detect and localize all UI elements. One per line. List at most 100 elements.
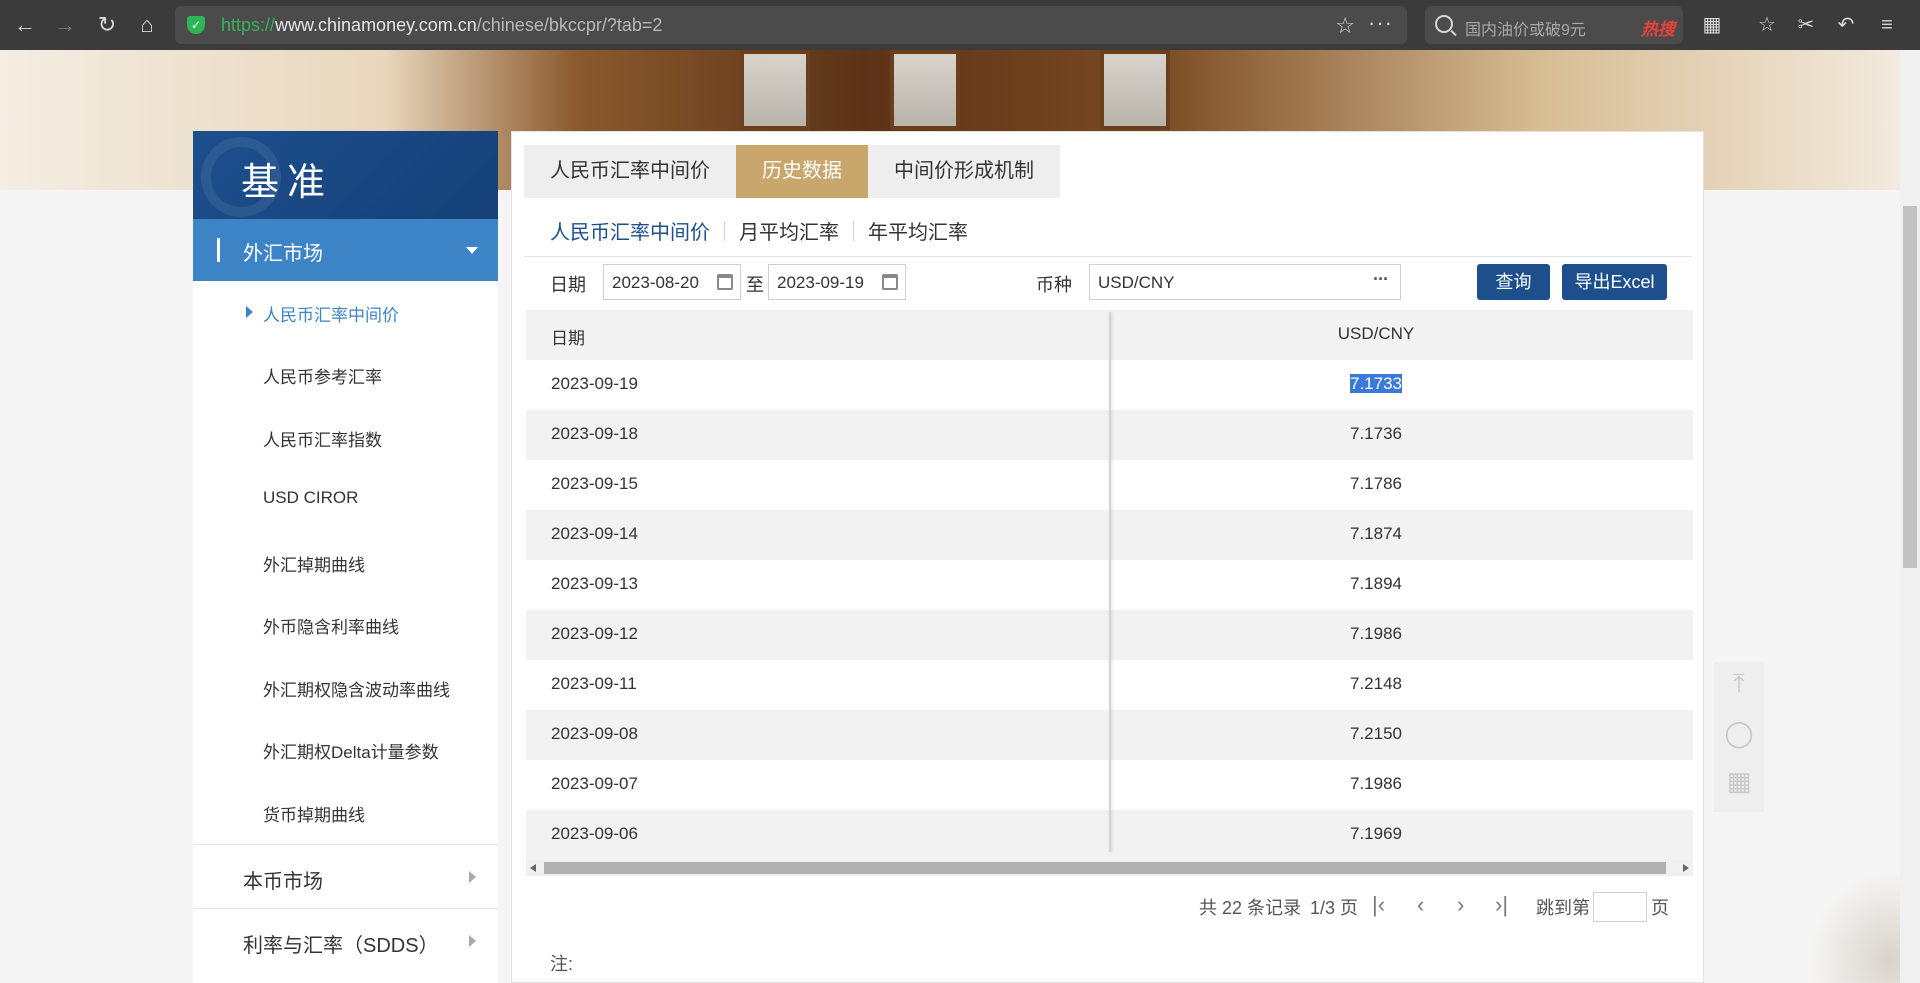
sidebar-item-rmb-central-parity[interactable]: 人民币汇率中间价 [193,281,498,343]
hot-search-badge[interactable]: 热搜 [1641,15,1675,40]
query-button[interactable]: 查询 [1477,264,1550,300]
next-page-icon[interactable]: › [1457,892,1464,918]
cell-rate: 7.2150 [1350,724,1402,743]
cell-date: 2023-09-15 [551,474,638,493]
banner-window [1100,50,1170,130]
current-item-arrow-icon [246,306,253,318]
scrollbar-thumb[interactable] [544,862,1666,874]
search-icon [1435,15,1453,33]
page-unit-label: 页 [1651,898,1669,918]
tab-mechanism[interactable]: 中间价形成机制 [868,145,1060,198]
favorites-icon[interactable]: ☆ [1754,12,1780,38]
cell-rate: 7.2148 [1350,674,1402,693]
page-jump-input[interactable] [1593,892,1647,922]
sidebar-item-label: 外币隐含利率曲线 [263,618,399,637]
cell-rate: 7.1894 [1350,574,1402,593]
export-excel-button[interactable]: 导出Excel [1562,264,1667,300]
sidebar-item[interactable]: 外汇掉期曲线 [193,531,498,593]
prev-page-icon[interactable]: ‹ [1417,892,1424,918]
cell-rate: 7.1874 [1350,524,1402,543]
page-indicator: 1/3 页 [1310,898,1359,918]
banner-window [740,50,810,130]
currency-field[interactable]: USD/CNY ··· [1089,264,1401,300]
sidebar-item[interactable]: 外汇期权隐含波动率曲线 [193,656,498,718]
scissors-icon[interactable]: ✂ [1793,12,1819,38]
chat-bubble-icon[interactable]: ◯ [1714,718,1764,749]
sidebar-item-label: 外汇期权隐含波动率曲线 [263,681,450,700]
scroll-left-arrow-icon[interactable] [530,864,536,872]
date-label: 日期 [550,275,586,295]
sidebar-title: 基准 [241,160,334,204]
cell-date: 2023-09-06 [551,824,638,843]
active-indicator [217,238,220,262]
cell-date: 2023-09-13 [551,574,638,593]
column-divider[interactable] [1109,312,1111,852]
calendar-icon[interactable] [717,274,733,290]
sidebar-item-label: 货币掉期曲线 [263,806,365,825]
calendar-icon[interactable] [882,274,898,290]
url-text[interactable]: https://www.chinamoney.com.cn/chinese/bk… [221,15,662,36]
subtab-yearly-average[interactable]: 年平均汇率 [868,216,968,245]
sidebar-item[interactable]: 人民币汇率指数 [193,406,498,468]
page-vertical-scrollbar[interactable] [1900,50,1920,983]
sidebar-item[interactable]: USD CIROR [193,468,498,530]
header-usd-cny[interactable]: USD/CNY [1126,324,1626,344]
sidebar-item[interactable]: 外币隐含利率曲线 [193,593,498,655]
back-to-top-icon[interactable]: ⤒ [1714,668,1764,700]
address-bar[interactable]: ✓ https://www.chinamoney.com.cn/chinese/… [175,6,1407,44]
header-date[interactable]: 日期 [551,324,585,349]
currency-label: 币种 [1036,275,1072,295]
selected-text[interactable]: 7.1733 [1350,374,1402,393]
divider [524,256,1692,257]
sidebar-section-sdds[interactable]: 利率与汇率（SDDS） [193,908,498,971]
more-options-icon[interactable]: ··· [1373,269,1389,290]
qr-code-icon[interactable]: ▦ [1714,766,1764,797]
sidebar-section-label: 外汇市场 [243,243,323,265]
tab-central-parity[interactable]: 人民币汇率中间价 [524,145,736,198]
end-date-field[interactable]: 2023-09-19 [768,264,906,300]
browser-search-box[interactable]: 国内油价或破9元 热搜 [1425,6,1683,44]
scrollbar-thumb[interactable] [1903,206,1917,568]
subtab-central-parity[interactable]: 人民币汇率中间价 [550,216,710,245]
sidebar-item[interactable]: 货币掉期曲线 [193,781,498,843]
back-icon[interactable]: ← [10,10,40,40]
chevron-right-icon [469,935,476,947]
table-horizontal-scrollbar[interactable] [526,860,1693,876]
total-records: 共 22 条记录 [1199,898,1302,918]
tab-history-data[interactable]: 历史数据 [736,145,868,198]
sidebar-item[interactable]: 人民币参考汇率 [193,343,498,405]
decorative-sculpture [1810,870,1910,983]
cell-date: 2023-09-14 [551,524,638,543]
subtab-monthly-average[interactable]: 月平均汇率 [739,216,839,245]
subtab-divider [853,220,854,241]
secure-shield-icon: ✓ [187,16,205,34]
bookmark-star-icon[interactable]: ☆ [1335,13,1355,39]
undo-icon[interactable]: ↶ [1833,12,1859,38]
search-placeholder: 国内油价或破9元 [1465,22,1586,39]
subtab-bar: 人民币汇率中间价 月平均汇率 年平均汇率 [550,216,968,245]
reload-icon[interactable]: ↻ [92,10,122,40]
left-sidebar: 基准 外汇市场 人民币汇率中间价 人民币参考汇率 人民币汇率指数 USD CIR… [193,131,498,983]
chevron-right-icon [469,871,476,883]
menu-icon[interactable]: ≡ [1874,12,1900,38]
home-icon[interactable]: ⌂ [132,10,162,40]
currency-value: USD/CNY [1098,273,1175,292]
apps-grid-icon[interactable]: ▦ [1699,12,1725,38]
start-date-field[interactable]: 2023-08-20 [603,264,741,300]
sidebar-item-label: 外汇期权Delta计量参数 [263,743,439,762]
sidebar-item-label: 人民币汇率指数 [263,431,382,450]
first-page-icon[interactable]: |‹ [1372,892,1385,918]
sidebar-section-fx-market[interactable]: 外汇市场 [193,219,498,281]
more-dots-icon[interactable]: ··· [1368,10,1393,36]
sidebar-section-local-currency[interactable]: 本币市场 [193,844,498,907]
sidebar-section-label: 本币市场 [243,871,323,893]
scroll-right-arrow-icon[interactable] [1683,864,1689,872]
last-page-icon[interactable]: ›| [1495,892,1508,918]
cell-date: 2023-09-11 [551,674,637,693]
sidebar-item-label: USD CIROR [263,488,359,507]
jump-label: 跳到第 [1536,898,1590,918]
sidebar-item[interactable]: 外汇期权Delta计量参数 [193,718,498,780]
sidebar-item-label: 人民币参考汇率 [263,368,382,387]
forward-icon[interactable]: → [50,10,80,40]
to-label: 至 [746,275,764,295]
